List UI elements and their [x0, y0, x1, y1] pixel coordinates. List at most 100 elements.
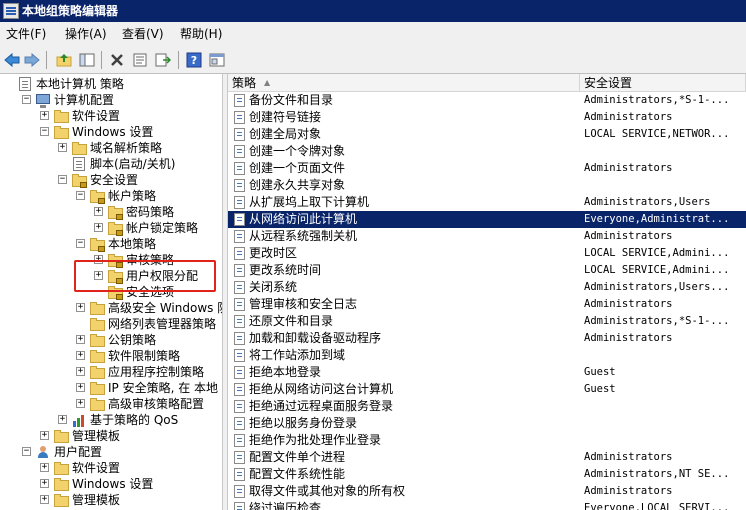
- tree-node-label: 软件设置: [72, 461, 121, 475]
- show-hide-tree-icon[interactable]: [77, 50, 97, 70]
- policy-name: 拒绝通过远程桌面服务登录: [249, 399, 394, 413]
- expand-icon[interactable]: +: [76, 399, 85, 408]
- policy-row[interactable]: 加载和卸载设备驱动程序 Administrators: [228, 330, 746, 347]
- policy-row-selected[interactable]: 从网络访问此计算机 Everyone,Administrat...: [228, 211, 746, 228]
- menu-help[interactable]: 帮助(H): [177, 22, 225, 46]
- policy-row[interactable]: 创建符号链接 Administrators: [228, 109, 746, 126]
- security-setting-value: Guest: [584, 383, 616, 395]
- expand-icon[interactable]: +: [76, 383, 85, 392]
- policy-row[interactable]: 管理审核和安全日志 Administrators: [228, 296, 746, 313]
- policy-row[interactable]: 绕过遍历检查 Everyone,LOCAL SERVI...: [228, 500, 746, 510]
- policy-item-icon: [234, 298, 245, 311]
- policy-row[interactable]: 关闭系统 Administrators,Users...: [228, 279, 746, 296]
- policy-row[interactable]: 创建一个页面文件 Administrators: [228, 160, 746, 177]
- toolbar: ?: [0, 46, 746, 74]
- security-setting-value: Administrators: [584, 332, 673, 344]
- expand-icon[interactable]: +: [40, 431, 49, 440]
- tree-node-label: 管理模板: [72, 493, 121, 507]
- console-icon[interactable]: [207, 50, 227, 70]
- collapse-icon[interactable]: −: [22, 95, 31, 104]
- policy-row[interactable]: 从远程系统强制关机 Administrators: [228, 228, 746, 245]
- tree-node-label: 软件设置: [72, 109, 121, 123]
- policy-item-icon: [234, 145, 245, 158]
- policy-item-icon: [234, 213, 245, 226]
- column-header: 策略 ▲ 安全设置: [228, 74, 746, 92]
- collapse-icon[interactable]: −: [22, 447, 31, 456]
- tree-node-label: 计算机配置: [54, 93, 115, 107]
- policy-item-icon: [234, 247, 245, 260]
- policy-row[interactable]: 拒绝以服务身份登录: [228, 415, 746, 432]
- collapse-icon[interactable]: −: [76, 239, 85, 248]
- expand-icon[interactable]: +: [76, 351, 85, 360]
- policy-name: 配置文件系统性能: [249, 467, 346, 481]
- policy-row[interactable]: 拒绝通过远程桌面服务登录: [228, 398, 746, 415]
- app-icon: [3, 3, 19, 19]
- policy-row[interactable]: 创建全局对象 LOCAL SERVICE,NETWOR...: [228, 126, 746, 143]
- folder-icon: [54, 109, 69, 123]
- policy-row[interactable]: 拒绝本地登录 Guest: [228, 364, 746, 381]
- properties-icon[interactable]: [130, 50, 150, 70]
- policy-item-icon: [234, 366, 245, 379]
- policy-row[interactable]: 创建永久共享对象: [228, 177, 746, 194]
- menu-view[interactable]: 查看(V): [119, 22, 167, 46]
- export-list-icon[interactable]: [153, 50, 173, 70]
- tree-node-label: 公钥策略: [108, 333, 157, 347]
- expand-icon[interactable]: +: [58, 415, 67, 424]
- up-folder-icon[interactable]: [54, 50, 74, 70]
- policy-row[interactable]: 拒绝从网络访问这台计算机 Guest: [228, 381, 746, 398]
- policy-name: 更改系统时间: [249, 263, 322, 277]
- column-policy-header[interactable]: 策略 ▲: [228, 74, 580, 92]
- policy-item-icon: [234, 111, 245, 124]
- policy-row[interactable]: 配置文件单个进程 Administrators: [228, 449, 746, 466]
- expand-icon[interactable]: +: [40, 479, 49, 488]
- policy-row[interactable]: 将工作站添加到域: [228, 347, 746, 364]
- console-tree[interactable]: 本地计算机 策略 − 计算机配置 + 软件设置 − Windows 设置 + 域名解析策略 脚本(…: [0, 74, 222, 510]
- security-setting-value: LOCAL SERVICE,NETWOR...: [584, 128, 730, 140]
- policy-item-icon: [234, 349, 245, 362]
- help-icon[interactable]: ?: [184, 50, 204, 70]
- column-setting-header[interactable]: 安全设置: [580, 74, 746, 92]
- policy-row[interactable]: 从扩展坞上取下计算机 Administrators,Users: [228, 194, 746, 211]
- back-arrow-icon[interactable]: [2, 50, 22, 70]
- policy-item-icon: [234, 281, 245, 294]
- policy-name: 创建一个页面文件: [249, 161, 346, 175]
- security-setting-value: LOCAL SERVICE,Admini...: [584, 264, 730, 276]
- delete-icon[interactable]: [107, 50, 127, 70]
- policy-row[interactable]: 配置文件系统性能 Administrators,NT SE...: [228, 466, 746, 483]
- expand-icon[interactable]: +: [76, 367, 85, 376]
- policy-row[interactable]: 还原文件和目录 Administrators,*S-1-...: [228, 313, 746, 330]
- policy-row[interactable]: 取得文件或其他对象的所有权 Administrators: [228, 483, 746, 500]
- expand-icon[interactable]: +: [76, 335, 85, 344]
- expand-icon[interactable]: +: [94, 223, 103, 232]
- forward-arrow-icon[interactable]: [22, 50, 42, 70]
- expand-icon[interactable]: +: [58, 143, 67, 152]
- folder-icon: [54, 125, 69, 139]
- policy-row[interactable]: 备份文件和目录 Administrators,*S-1-...: [228, 92, 746, 109]
- policy-row[interactable]: 更改时区 LOCAL SERVICE,Admini...: [228, 245, 746, 262]
- menu-file[interactable]: 文件(F): [3, 22, 49, 46]
- expand-icon[interactable]: +: [76, 303, 85, 312]
- collapse-icon[interactable]: −: [76, 191, 85, 200]
- expand-icon[interactable]: +: [40, 495, 49, 504]
- folder-icon: [90, 333, 105, 347]
- policy-row[interactable]: 更改系统时间 LOCAL SERVICE,Admini...: [228, 262, 746, 279]
- policy-list-pane: 策略 ▲ 安全设置 备份文件和目录 Administrators,*S-1-...…: [228, 74, 746, 510]
- menu-action[interactable]: 操作(A): [62, 22, 110, 46]
- tree-node-label: 脚本(启动/关机): [90, 157, 176, 171]
- policy-name: 取得文件或其他对象的所有权: [249, 484, 406, 498]
- policy-row[interactable]: 创建一个令牌对象: [228, 143, 746, 160]
- collapse-icon[interactable]: −: [58, 175, 67, 184]
- security-setting-value: LOCAL SERVICE,Admini...: [584, 247, 730, 259]
- tree-node-label: Windows 设置: [72, 125, 154, 139]
- policy-row[interactable]: 拒绝作为批处理作业登录: [228, 432, 746, 449]
- collapse-icon[interactable]: −: [40, 127, 49, 136]
- expand-icon[interactable]: +: [94, 207, 103, 216]
- security-setting-value: Administrators,NT SE...: [584, 468, 730, 480]
- folder-icon: [90, 301, 105, 315]
- tree-node-label: 软件限制策略: [108, 349, 181, 363]
- policy-name: 更改时区: [249, 246, 298, 260]
- window-title: 本地组策略编辑器: [22, 4, 119, 18]
- expand-icon[interactable]: +: [40, 111, 49, 120]
- tree-node-label: 高级审核策略配置: [108, 397, 205, 411]
- expand-icon[interactable]: +: [40, 463, 49, 472]
